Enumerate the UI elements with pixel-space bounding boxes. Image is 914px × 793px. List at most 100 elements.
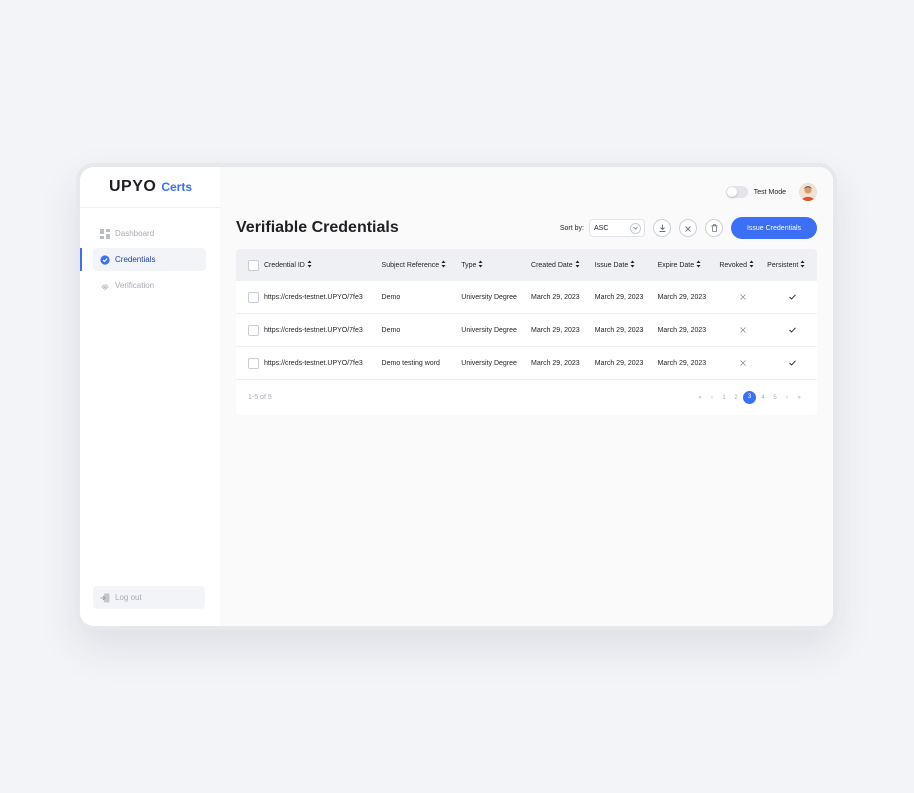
row-checkbox[interactable] xyxy=(248,324,259,336)
table-row[interactable]: https://creds-testnet.UPYO/7fe3 Demo Uni… xyxy=(236,281,817,314)
issue-credentials-button[interactable]: Issue Credentials xyxy=(731,217,817,239)
cell-created-date: March 29, 2023 xyxy=(531,359,580,367)
sort-icon xyxy=(478,260,483,270)
table-row[interactable]: https://creds-testnet.UPYO/7fe3 Demo tes… xyxy=(236,347,817,380)
sidebar-item-verification[interactable]: Verification xyxy=(93,274,206,297)
prev-page-icon[interactable]: ‹ xyxy=(706,395,718,401)
sort-icon xyxy=(749,260,754,270)
column-header-label: Revoked xyxy=(719,261,747,269)
column-header-label: Subject Reference xyxy=(381,261,440,269)
column-header-label: Issue Date xyxy=(594,261,629,269)
revoke-button[interactable] xyxy=(679,219,697,237)
table-header: Credential ID Subject Reference Type Cre… xyxy=(236,249,817,281)
test-mode-toggle[interactable] xyxy=(725,186,748,198)
pagination-count: 1-5 of 5 xyxy=(248,394,272,401)
page-2-button[interactable]: 2 xyxy=(730,395,742,401)
column-header-label: Expire Date xyxy=(657,261,695,269)
sort-icon xyxy=(630,260,635,270)
cell-issue-date: March 29, 2023 xyxy=(594,293,644,301)
column-header-label: Credential ID xyxy=(263,261,305,269)
sidebar-item-dashboard[interactable]: Dashboard xyxy=(93,222,206,245)
column-header-credential-id[interactable]: Credential ID xyxy=(264,260,382,270)
check-icon xyxy=(767,294,817,300)
sort-select[interactable]: ASC xyxy=(589,219,645,237)
column-header-created-date[interactable]: Created Date xyxy=(531,260,595,270)
pagination: « ‹ 1 2 3 4 5 › » xyxy=(694,391,805,404)
sort-icon xyxy=(800,260,805,270)
chevron-down-icon xyxy=(630,222,641,234)
column-header-expire-date[interactable]: Expire Date xyxy=(658,260,720,270)
cell-subject: Demo xyxy=(381,326,401,334)
logo-product: Certs xyxy=(161,180,193,194)
column-header-label: Type xyxy=(461,261,477,269)
sidebar-item-label: Verification xyxy=(115,281,155,290)
sidebar-item-credentials[interactable]: Credentials xyxy=(80,248,206,271)
page-title: Verifiable Credentials xyxy=(236,219,399,236)
download-icon xyxy=(659,219,666,237)
check-icon xyxy=(767,327,817,333)
sort-icon xyxy=(696,260,701,270)
logout-button[interactable]: Log out xyxy=(93,586,205,609)
sort-icon xyxy=(307,260,312,270)
table-row[interactable]: https://creds-testnet.UPYO/7fe3 Demo Uni… xyxy=(236,314,817,347)
sort-value: ASC xyxy=(594,224,609,232)
trash-icon xyxy=(711,219,718,237)
row-checkbox[interactable] xyxy=(248,357,259,369)
download-button[interactable] xyxy=(653,219,671,237)
main-content: Test Mode Verifiable Credentials Sort by… xyxy=(220,167,833,626)
cell-subject: Demo testing word xyxy=(381,359,440,367)
page-4-button[interactable]: 4 xyxy=(757,395,769,401)
page-3-button[interactable]: 3 xyxy=(743,391,756,404)
column-header-label: Persistent xyxy=(767,261,799,269)
sort-icon xyxy=(441,260,446,270)
row-checkbox[interactable] xyxy=(248,291,259,303)
close-icon xyxy=(719,327,767,333)
column-header-subject-reference[interactable]: Subject Reference xyxy=(382,260,462,270)
close-icon xyxy=(719,360,767,366)
check-icon xyxy=(767,360,817,366)
logo[interactable]: UPYO Certs xyxy=(80,167,220,208)
cell-credential-id[interactable]: https://creds-testnet.UPYO/7fe3 xyxy=(264,327,382,334)
column-header-revoked[interactable]: Revoked xyxy=(719,260,767,270)
column-header-issue-date[interactable]: Issue Date xyxy=(595,260,658,270)
last-page-icon[interactable]: » xyxy=(793,395,805,401)
sidebar-nav: Dashboard Credentials Verification xyxy=(80,222,220,297)
toolbar: Sort by: ASC Issue Credentials xyxy=(560,217,817,239)
cell-expire-date: March 29, 2023 xyxy=(657,326,707,334)
column-header-label: Created Date xyxy=(531,261,573,269)
sort-label: Sort by: xyxy=(559,224,584,232)
column-header-type[interactable]: Type xyxy=(461,260,531,270)
avatar[interactable] xyxy=(799,183,817,201)
logo-wordmark: UPYO xyxy=(109,178,157,195)
cell-issue-date: March 29, 2023 xyxy=(594,359,644,367)
credentials-table: Credential ID Subject Reference Type Cre… xyxy=(236,249,817,415)
sort-icon xyxy=(575,260,580,270)
select-all-checkbox[interactable] xyxy=(248,259,259,271)
next-page-icon[interactable]: › xyxy=(781,395,793,401)
grid-icon xyxy=(100,228,110,239)
column-header-persistent[interactable]: Persistent xyxy=(767,260,817,270)
delete-button[interactable] xyxy=(705,219,723,237)
cell-credential-id[interactable]: https://creds-testnet.UPYO/7fe3 xyxy=(264,294,382,301)
fingerprint-icon xyxy=(100,281,110,291)
cell-expire-date: March 29, 2023 xyxy=(657,359,707,367)
table-footer: 1-5 of 5 « ‹ 1 2 3 4 5 › » xyxy=(236,380,817,415)
sidebar: UPYO Certs Dashboard Credentials Verific… xyxy=(80,167,220,626)
cell-subject: Demo xyxy=(381,293,401,301)
logout-icon xyxy=(100,593,110,603)
logout-label: Log out xyxy=(115,593,142,602)
first-page-icon[interactable]: « xyxy=(694,395,706,401)
page-5-button[interactable]: 5 xyxy=(769,395,781,401)
cell-type: University Degree xyxy=(461,293,517,301)
sidebar-item-label: Credentials xyxy=(115,255,156,264)
close-icon xyxy=(719,294,767,300)
app-window: UPYO Certs Dashboard Credentials Verific… xyxy=(76,163,837,630)
cell-issue-date: March 29, 2023 xyxy=(594,326,644,334)
badge-icon xyxy=(100,254,110,265)
cell-credential-id[interactable]: https://creds-testnet.UPYO/7fe3 xyxy=(264,360,382,367)
page-1-button[interactable]: 1 xyxy=(718,395,730,401)
test-mode-label: Test Mode xyxy=(753,188,786,196)
top-bar: Test Mode xyxy=(725,183,817,201)
cell-expire-date: March 29, 2023 xyxy=(657,293,707,301)
close-icon xyxy=(685,219,691,237)
